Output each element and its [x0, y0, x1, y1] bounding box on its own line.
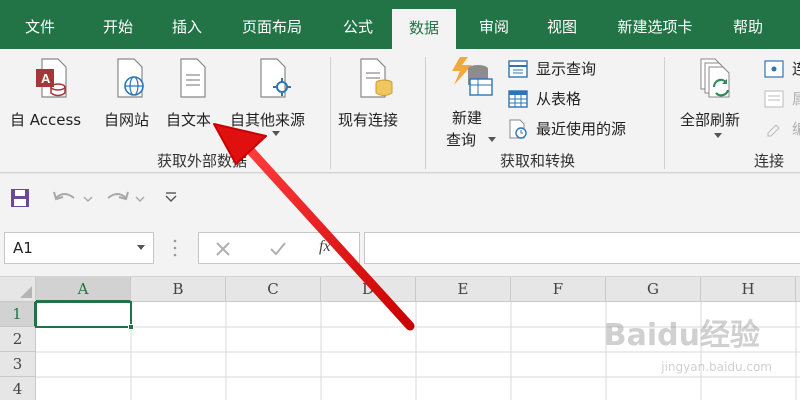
excel-window: 文件 开始 插入 页面布局 公式 数据 审阅 视图 新建选项卡 帮助 A 自 A… — [0, 0, 800, 400]
arrow-shaft — [245, 145, 415, 331]
annotation-arrow — [213, 123, 415, 331]
